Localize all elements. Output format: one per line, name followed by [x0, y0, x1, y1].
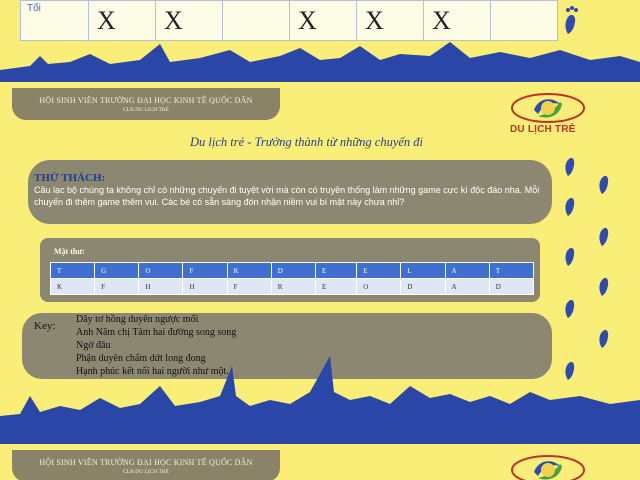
organization-name: HỘI SINH VIÊN TRƯỜNG ĐẠI HỌC KINH TẾ QUỐ…	[39, 96, 253, 105]
challenge-text: Câu lạc bộ chúng ta không chỉ có những c…	[34, 185, 540, 207]
schedule-row-label: Tối	[20, 0, 89, 41]
cipher-cell: E	[314, 278, 358, 295]
cipher-cell: E	[314, 262, 358, 279]
cipher-cell: R	[270, 278, 316, 295]
key-line: Ngờ đâu	[76, 340, 111, 351]
city-skyline-decoration	[0, 356, 640, 442]
cipher-cell: H	[138, 278, 184, 295]
cipher-table: T G O F K D E E L A T K F H H F R E O D …	[49, 262, 535, 295]
schedule-cell: X	[289, 0, 357, 41]
cipher-cell: H	[182, 278, 228, 295]
cipher-cell: K	[49, 278, 96, 295]
footprints-decoration	[565, 157, 609, 380]
cipher-cell: F	[226, 278, 272, 295]
organization-header: HỘI SINH VIÊN TRƯỜNG ĐẠI HỌC KINH TẾ QUỐ…	[12, 88, 280, 120]
cipher-cell: G	[94, 262, 140, 279]
schedule-cell	[490, 0, 558, 41]
key-label: Key:	[34, 320, 56, 332]
logo-text: DU LỊCH TRẺ	[510, 124, 576, 135]
cipher-cell: D	[400, 278, 446, 295]
organization-header: HỘI SINH VIÊN TRƯỜNG ĐẠI HỌC KINH TẾ QUỐ…	[12, 450, 280, 480]
footprint-icon	[565, 6, 578, 34]
schedule-row: Tối X X X X X	[20, 0, 558, 41]
cipher-cell: K	[226, 262, 272, 279]
slogan: Du lịch trẻ - Trưởng thành từ những chuy…	[190, 135, 424, 149]
cipher-row: K F H H F R E O D A D	[49, 278, 535, 295]
cipher-cell: T	[49, 262, 96, 279]
divider	[0, 442, 640, 444]
cipher-cell: D	[270, 262, 316, 279]
schedule-cell: X	[356, 0, 424, 41]
schedule-cell: X	[155, 0, 223, 41]
divider	[0, 80, 640, 82]
cipher-cell: O	[138, 262, 184, 279]
schedule-cell	[222, 0, 290, 41]
cipher-cell: F	[94, 278, 140, 295]
challenge-title: THỬ THÁCH:	[34, 172, 106, 184]
cipher-cell: D	[488, 278, 535, 295]
cipher-cell: T	[488, 262, 535, 279]
cipher-cell: F	[182, 262, 228, 279]
cipher-cell: A	[444, 262, 490, 279]
schedule-cell: X	[423, 0, 491, 41]
schedule-table: Tối X X X X X	[20, 0, 558, 41]
key-line: Anh Năm chị Tám hai đường song song	[76, 327, 237, 338]
cipher-cell: L	[400, 262, 446, 279]
club-name: CLB DU LỊCH TRẺ	[123, 107, 169, 113]
organization-name: HỘI SINH VIÊN TRƯỜNG ĐẠI HỌC KINH TẾ QUỐ…	[39, 458, 253, 467]
cipher-cell: O	[356, 278, 402, 295]
cipher-header-row: T G O F K D E E L A T	[49, 262, 535, 279]
schedule-cell: X	[88, 0, 156, 41]
city-skyline-decoration	[0, 42, 640, 80]
cipher-cell: A	[444, 278, 490, 295]
cipher-cell: E	[356, 262, 402, 279]
code-label: Mật thư:	[54, 247, 85, 256]
key-line: Dây tơ hồng duyên ngược mối	[76, 314, 199, 325]
club-logo	[511, 455, 585, 480]
club-name: CLB DU LỊCH TRẺ	[123, 469, 169, 475]
